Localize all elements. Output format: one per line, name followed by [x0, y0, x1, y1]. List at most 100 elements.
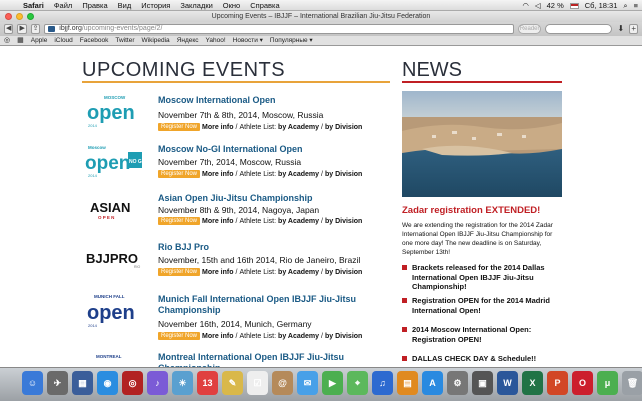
bookmark-facebook[interactable]: Facebook: [80, 36, 109, 46]
news-item-title[interactable]: 2014 Moscow International Open: Registra…: [412, 325, 531, 344]
menu-bookmarks[interactable]: Закладки: [175, 0, 217, 11]
clock[interactable]: Сб, 18:31: [585, 0, 618, 11]
reading-list-icon[interactable]: ◎: [4, 36, 10, 46]
system-preferences-icon[interactable]: ⚙: [447, 371, 468, 395]
notes-icon[interactable]: ✎: [222, 371, 243, 395]
mission-control-icon[interactable]: ▦: [72, 371, 93, 395]
bookmark-popular-folder[interactable]: Популярные ▾: [270, 36, 313, 46]
by-academy-link[interactable]: by Academy: [278, 269, 319, 276]
event-title[interactable]: Rio BJJ Pro: [158, 242, 392, 253]
launchpad-icon[interactable]: ✈: [47, 371, 68, 395]
event-title[interactable]: Munich Fall International Open IBJJF Jiu…: [158, 294, 392, 316]
close-window-button[interactable]: [5, 13, 12, 20]
asian-open-logo[interactable]: ASIAN O P E N: [82, 191, 154, 233]
photo-booth-icon[interactable]: ◎: [122, 371, 143, 395]
more-info-link[interactable]: More info: [202, 124, 234, 131]
event-title[interactable]: Moscow International Open: [158, 95, 392, 106]
by-division-link[interactable]: by Division: [325, 269, 362, 276]
news-headline[interactable]: Zadar registration EXTENDED!: [402, 205, 540, 216]
by-division-link[interactable]: by Division: [325, 124, 362, 131]
contacts-icon[interactable]: @: [272, 371, 293, 395]
register-now-button[interactable]: Register Now: [158, 170, 201, 178]
safari-icon[interactable]: ◉: [97, 371, 118, 395]
back-button[interactable]: ◀: [4, 24, 14, 34]
bookmark-yahoo[interactable]: Yahoo!: [206, 36, 226, 46]
search-icon[interactable]: ⌕: [623, 0, 627, 11]
more-info-link[interactable]: More info: [202, 333, 234, 340]
news-item-title[interactable]: Registration OPEN for the 2014 Madrid In…: [412, 296, 550, 315]
menu-edit[interactable]: Правка: [77, 0, 112, 11]
list-icon[interactable]: ≡: [634, 0, 638, 11]
utorrent-icon[interactable]: μ: [597, 371, 618, 395]
opera-icon[interactable]: O: [572, 371, 593, 395]
news-list-item[interactable]: Registration OPEN for the 2014 Madrid In…: [402, 296, 564, 315]
register-now-button[interactable]: Register Now: [158, 123, 201, 131]
forward-button[interactable]: ▶: [17, 24, 27, 34]
share-button[interactable]: ⇪: [30, 24, 41, 34]
menu-view[interactable]: Вид: [113, 0, 137, 11]
menu-history[interactable]: История: [136, 0, 175, 11]
minimize-window-button[interactable]: [16, 13, 23, 20]
terminal-icon[interactable]: ▣: [472, 371, 493, 395]
battery-percent[interactable]: 42 %: [547, 0, 564, 11]
by-academy-link[interactable]: by Academy: [278, 124, 319, 131]
ibooks-icon[interactable]: ▤: [397, 371, 418, 395]
bookmark-icloud[interactable]: iCloud: [54, 36, 72, 46]
news-item-title[interactable]: Brackets released for the 2014 Dallas In…: [412, 263, 545, 291]
downloads-icon[interactable]: ⬇: [616, 24, 625, 34]
bookmarks-grid-icon[interactable]: ▦: [17, 36, 24, 46]
by-academy-link[interactable]: by Academy: [278, 171, 319, 178]
register-now-button[interactable]: Register Now: [158, 332, 201, 340]
menu-file[interactable]: Файл: [49, 0, 77, 11]
montreal-open-logo[interactable]: MONTREAL: [82, 350, 154, 367]
messages-icon[interactable]: ✉: [297, 371, 318, 395]
bookmark-apple[interactable]: Apple: [31, 36, 48, 46]
menu-help[interactable]: Справка: [245, 0, 284, 11]
news-list-item[interactable]: Brackets released for the 2014 Dallas In…: [402, 263, 564, 292]
itunes-icon[interactable]: ♪: [147, 371, 168, 395]
by-division-link[interactable]: by Division: [325, 218, 362, 225]
by-division-link[interactable]: by Division: [325, 171, 362, 178]
news-list-item[interactable]: DALLAS CHECK DAY & Schedule!!: [402, 354, 564, 364]
facetime-icon[interactable]: ▶: [322, 371, 343, 395]
event-title[interactable]: Moscow No-GI International Open: [158, 144, 392, 155]
rio-bjj-pro-logo[interactable]: BJJPRO RIO: [82, 240, 154, 282]
maps-icon[interactable]: ⌖: [347, 371, 368, 395]
by-division-link[interactable]: by Division: [325, 333, 362, 340]
moscow-nogi-open-logo[interactable]: Moscow open NO GI 2014: [82, 142, 154, 184]
event-title[interactable]: Montreal International Open IBJJF Jiu-Ji…: [158, 352, 392, 367]
by-academy-link[interactable]: by Academy: [278, 218, 319, 225]
more-info-link[interactable]: More info: [202, 269, 234, 276]
menu-app-name[interactable]: Safari: [18, 0, 49, 11]
bookmark-twitter[interactable]: Twitter: [115, 36, 134, 46]
moscow-open-logo[interactable]: MOSCOW open 2014: [82, 93, 154, 135]
excel-icon[interactable]: X: [522, 371, 543, 395]
register-now-button[interactable]: Register Now: [158, 217, 201, 225]
bookmark-news-folder[interactable]: Новости ▾: [233, 36, 263, 46]
menu-window[interactable]: Окно: [218, 0, 245, 11]
zadar-aerial-photo[interactable]: [402, 91, 562, 197]
more-info-link[interactable]: More info: [202, 171, 234, 178]
by-academy-link[interactable]: by Academy: [278, 333, 319, 340]
address-bar[interactable]: ibjjf.org/upcoming-events/page/2/: [44, 24, 515, 34]
add-tab-button[interactable]: +: [629, 24, 638, 34]
trash-icon[interactable]: 🗑: [622, 371, 642, 395]
powerpoint-icon[interactable]: P: [547, 371, 568, 395]
bookmark-yandex[interactable]: Яндекс: [177, 36, 199, 46]
zoom-window-button[interactable]: [27, 13, 34, 20]
flag-icon[interactable]: [569, 2, 579, 9]
news-item-title[interactable]: DALLAS CHECK DAY & Schedule!!: [412, 354, 536, 363]
word-icon[interactable]: W: [497, 371, 518, 395]
event-title[interactable]: Asian Open Jiu-Jitsu Championship: [158, 193, 392, 204]
register-now-button[interactable]: Register Now: [158, 268, 201, 276]
reminders-icon[interactable]: ☑: [247, 371, 268, 395]
search-input[interactable]: [545, 24, 613, 34]
volume-icon[interactable]: ◁: [535, 0, 541, 11]
more-info-link[interactable]: More info: [202, 218, 234, 225]
iphoto-icon[interactable]: ☀: [172, 371, 193, 395]
reader-button[interactable]: Reader: [518, 24, 542, 34]
app-store-icon[interactable]: A: [422, 371, 443, 395]
itunes-store-icon[interactable]: ♫: [372, 371, 393, 395]
bookmark-wikipedia[interactable]: Wikipedia: [142, 36, 170, 46]
news-list-item[interactable]: 2014 Moscow International Open: Registra…: [402, 325, 564, 344]
